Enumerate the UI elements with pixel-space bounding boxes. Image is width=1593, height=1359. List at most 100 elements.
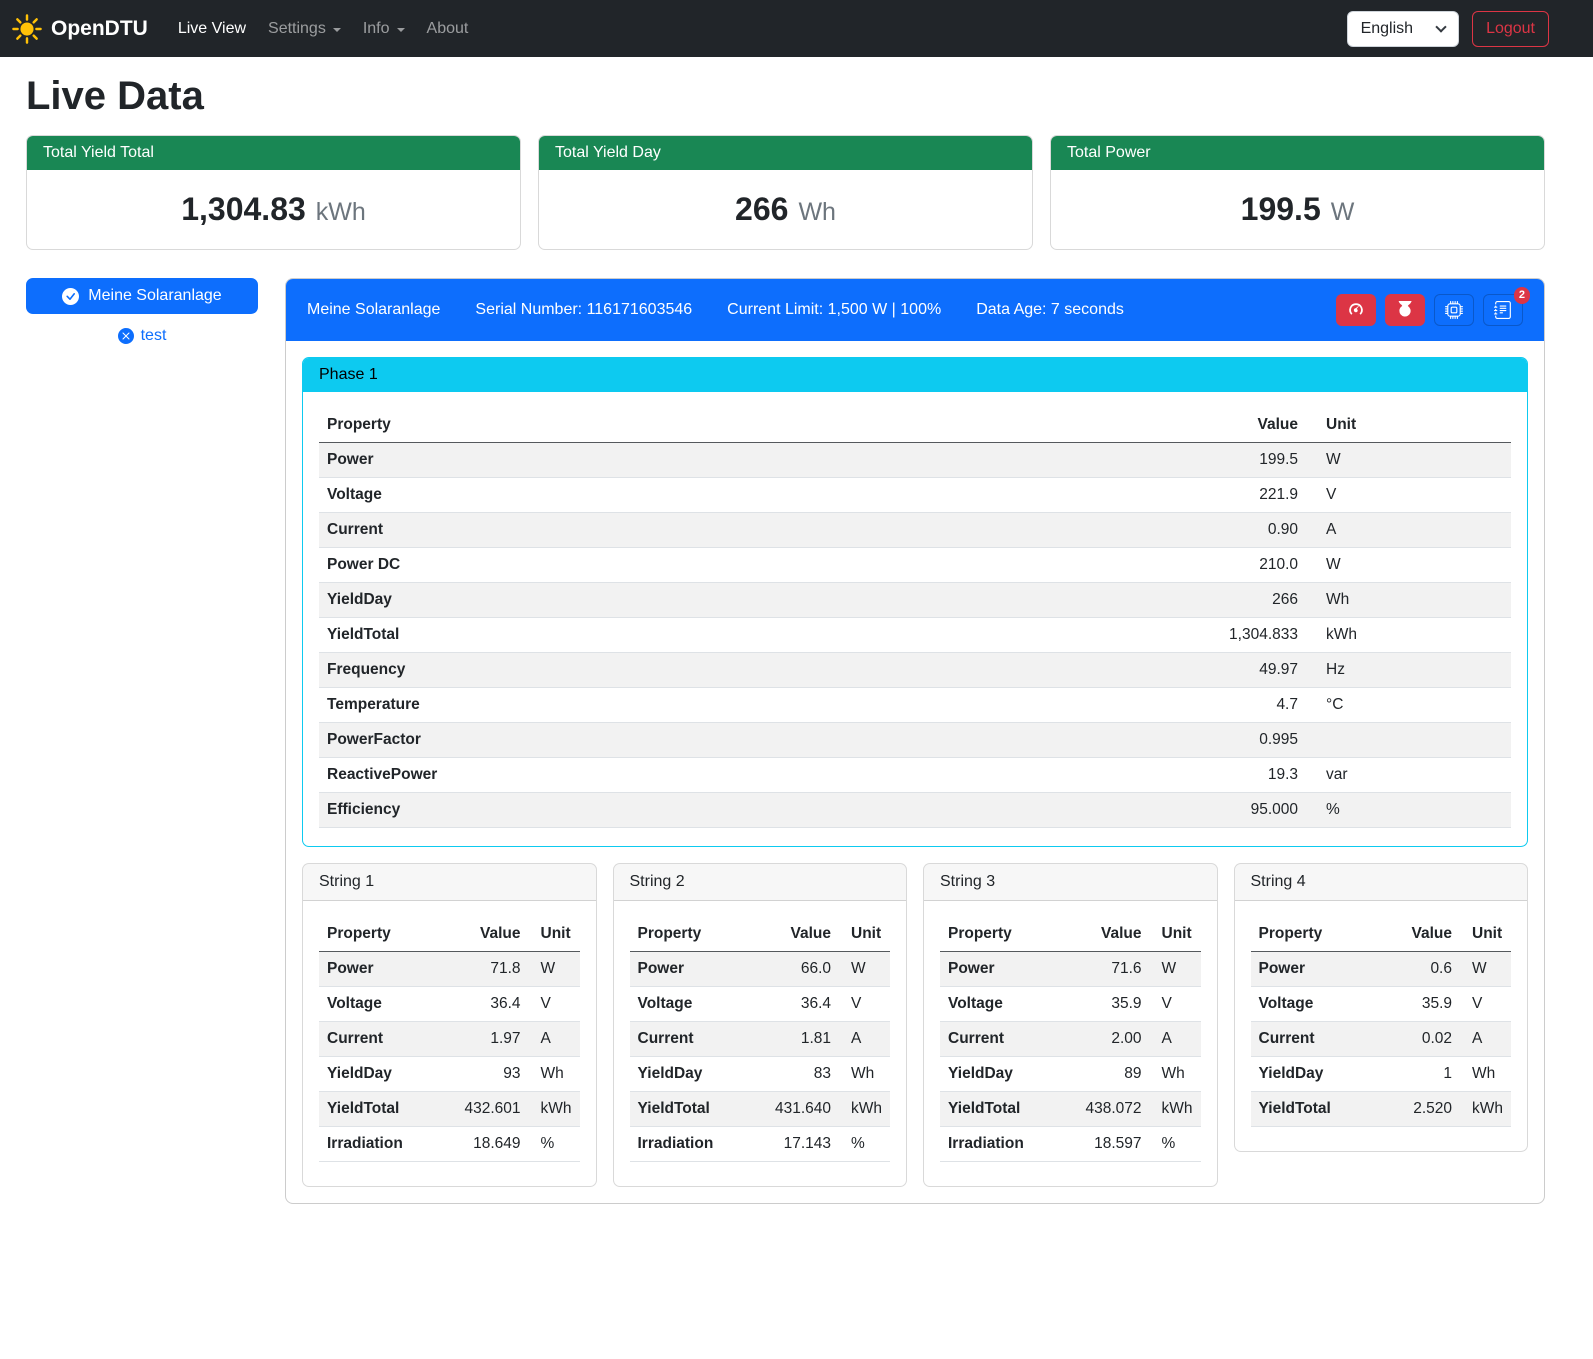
nav-item-about[interactable]: About xyxy=(419,12,477,46)
summary-card-title: Total Yield Total xyxy=(27,136,520,170)
serial-number: Serial Number: 116171603546 xyxy=(475,301,692,319)
nav-item-label: Live View xyxy=(178,20,246,38)
table-row: YieldDay266Wh xyxy=(319,583,1511,618)
unit-cell: A xyxy=(1306,513,1511,548)
property-cell: Temperature xyxy=(319,688,909,723)
col-value: Value xyxy=(1378,917,1460,952)
property-cell: Power xyxy=(319,952,436,987)
brand[interactable]: OpenDTU xyxy=(12,14,148,44)
unit-cell: Wh xyxy=(1150,1057,1201,1092)
string-title: String 1 xyxy=(303,864,596,901)
property-cell: Frequency xyxy=(319,653,909,688)
device-info-button[interactable] xyxy=(1434,294,1474,326)
value-cell: 1.97 xyxy=(436,1022,528,1057)
table-row: YieldTotal438.072kWh xyxy=(940,1092,1201,1127)
col-unit: Unit xyxy=(1306,408,1511,443)
table-row: Power0.6W xyxy=(1251,952,1512,987)
property-cell: YieldTotal xyxy=(630,1092,747,1127)
property-cell: Current xyxy=(319,513,909,548)
unit-cell: kWh xyxy=(1460,1092,1511,1127)
unit-cell: kWh xyxy=(529,1092,580,1127)
unit-cell: W xyxy=(529,952,580,987)
summary-card-title: Total Yield Day xyxy=(539,136,1032,170)
col-property: Property xyxy=(319,917,436,952)
summary-card-title: Total Power xyxy=(1051,136,1544,170)
unit-cell: kWh xyxy=(839,1092,890,1127)
unit-cell: W xyxy=(1460,952,1511,987)
value-cell: 18.597 xyxy=(1057,1127,1149,1162)
unit-cell: A xyxy=(1150,1022,1201,1057)
nav-item-settings[interactable]: Settings xyxy=(260,12,349,46)
property-cell: Voltage xyxy=(319,987,436,1022)
unit-cell: W xyxy=(1306,443,1511,478)
string-data-table: Property Value Unit Power0.6WVoltage35.9… xyxy=(1251,917,1512,1127)
inverter-action-buttons: 2 xyxy=(1336,294,1523,326)
property-cell: YieldTotal xyxy=(1251,1092,1379,1127)
phase-body: Property Value Unit Power199.5WVoltage22… xyxy=(303,392,1527,846)
table-row: YieldDay1Wh xyxy=(1251,1057,1512,1092)
table-header-row: Property Value Unit xyxy=(630,917,891,952)
property-cell: YieldDay xyxy=(630,1057,747,1092)
string-card-3: String 3 Property Value Unit xyxy=(923,863,1218,1187)
col-value: Value xyxy=(1057,917,1149,952)
string-data-table: Property Value Unit Power66.0WVoltage36.… xyxy=(630,917,891,1162)
value-cell: 2.00 xyxy=(1057,1022,1149,1057)
table-row: YieldDay89Wh xyxy=(940,1057,1201,1092)
unit-cell: A xyxy=(839,1022,890,1057)
inverter-select-button-meine-solaranlage[interactable]: Meine Solaranlage xyxy=(26,278,258,314)
property-cell: Voltage xyxy=(1251,987,1379,1022)
event-count-badge: 2 xyxy=(1514,287,1530,304)
table-row: Current0.02A xyxy=(1251,1022,1512,1057)
data-age: Data Age: 7 seconds xyxy=(976,301,1124,319)
navbar: OpenDTU Live View Settings Info About En… xyxy=(0,0,1593,57)
property-cell: Power xyxy=(319,443,909,478)
value-cell: 1,304.833 xyxy=(909,618,1306,653)
property-cell: YieldTotal xyxy=(319,1092,436,1127)
value-cell: 66.0 xyxy=(747,952,839,987)
cpu-icon xyxy=(1445,301,1463,319)
unit-cell: A xyxy=(1460,1022,1511,1057)
limit-settings-button[interactable] xyxy=(1336,294,1376,326)
logout-button[interactable]: Logout xyxy=(1472,11,1549,47)
sun-logo-icon xyxy=(12,14,42,44)
table-row: Current1.97A xyxy=(319,1022,580,1057)
string-title: String 3 xyxy=(924,864,1217,901)
value-cell: 17.143 xyxy=(747,1127,839,1162)
summary-card-body: 1,304.83 kWh xyxy=(27,170,520,249)
unit-cell: Wh xyxy=(529,1057,580,1092)
unit-cell: °C xyxy=(1306,688,1511,723)
property-cell: Power xyxy=(630,952,747,987)
nav-item-live-view[interactable]: Live View xyxy=(170,12,254,46)
summary-card-unit: kWh xyxy=(316,198,366,227)
unit-cell: % xyxy=(839,1127,890,1162)
table-row: Voltage36.4V xyxy=(630,987,891,1022)
value-cell: 210.0 xyxy=(909,548,1306,583)
value-cell: 199.5 xyxy=(909,443,1306,478)
unit-cell: % xyxy=(529,1127,580,1162)
x-circle-icon xyxy=(118,328,134,344)
table-row: Current0.90A xyxy=(319,513,1511,548)
language-select[interactable]: English xyxy=(1347,11,1459,47)
language-select-value: English xyxy=(1361,20,1413,38)
nav-item-info[interactable]: Info xyxy=(355,12,413,46)
value-cell: 432.601 xyxy=(436,1092,528,1127)
value-cell: 1.81 xyxy=(747,1022,839,1057)
table-header-row: Property Value Unit xyxy=(940,917,1201,952)
unit-cell: V xyxy=(1460,987,1511,1022)
power-icon xyxy=(1396,301,1414,319)
col-unit: Unit xyxy=(1150,917,1201,952)
power-button[interactable] xyxy=(1385,294,1425,326)
table-row: YieldDay83Wh xyxy=(630,1057,891,1092)
property-cell: Current xyxy=(319,1022,436,1057)
unit-cell: % xyxy=(1306,793,1511,828)
inverter-select-item-test[interactable]: test xyxy=(26,323,258,349)
value-cell: 35.9 xyxy=(1057,987,1149,1022)
string-card-1: String 1 Property Value Unit xyxy=(302,863,597,1187)
value-cell: 71.6 xyxy=(1057,952,1149,987)
property-cell: Voltage xyxy=(319,478,909,513)
inverter-sidebar: Meine Solaranlage test xyxy=(26,278,258,349)
property-cell: Current xyxy=(940,1022,1057,1057)
event-log-button[interactable]: 2 xyxy=(1483,294,1523,326)
summary-card-value: 1,304.83 xyxy=(181,191,306,228)
table-header-row: Property Value Unit xyxy=(319,408,1511,443)
